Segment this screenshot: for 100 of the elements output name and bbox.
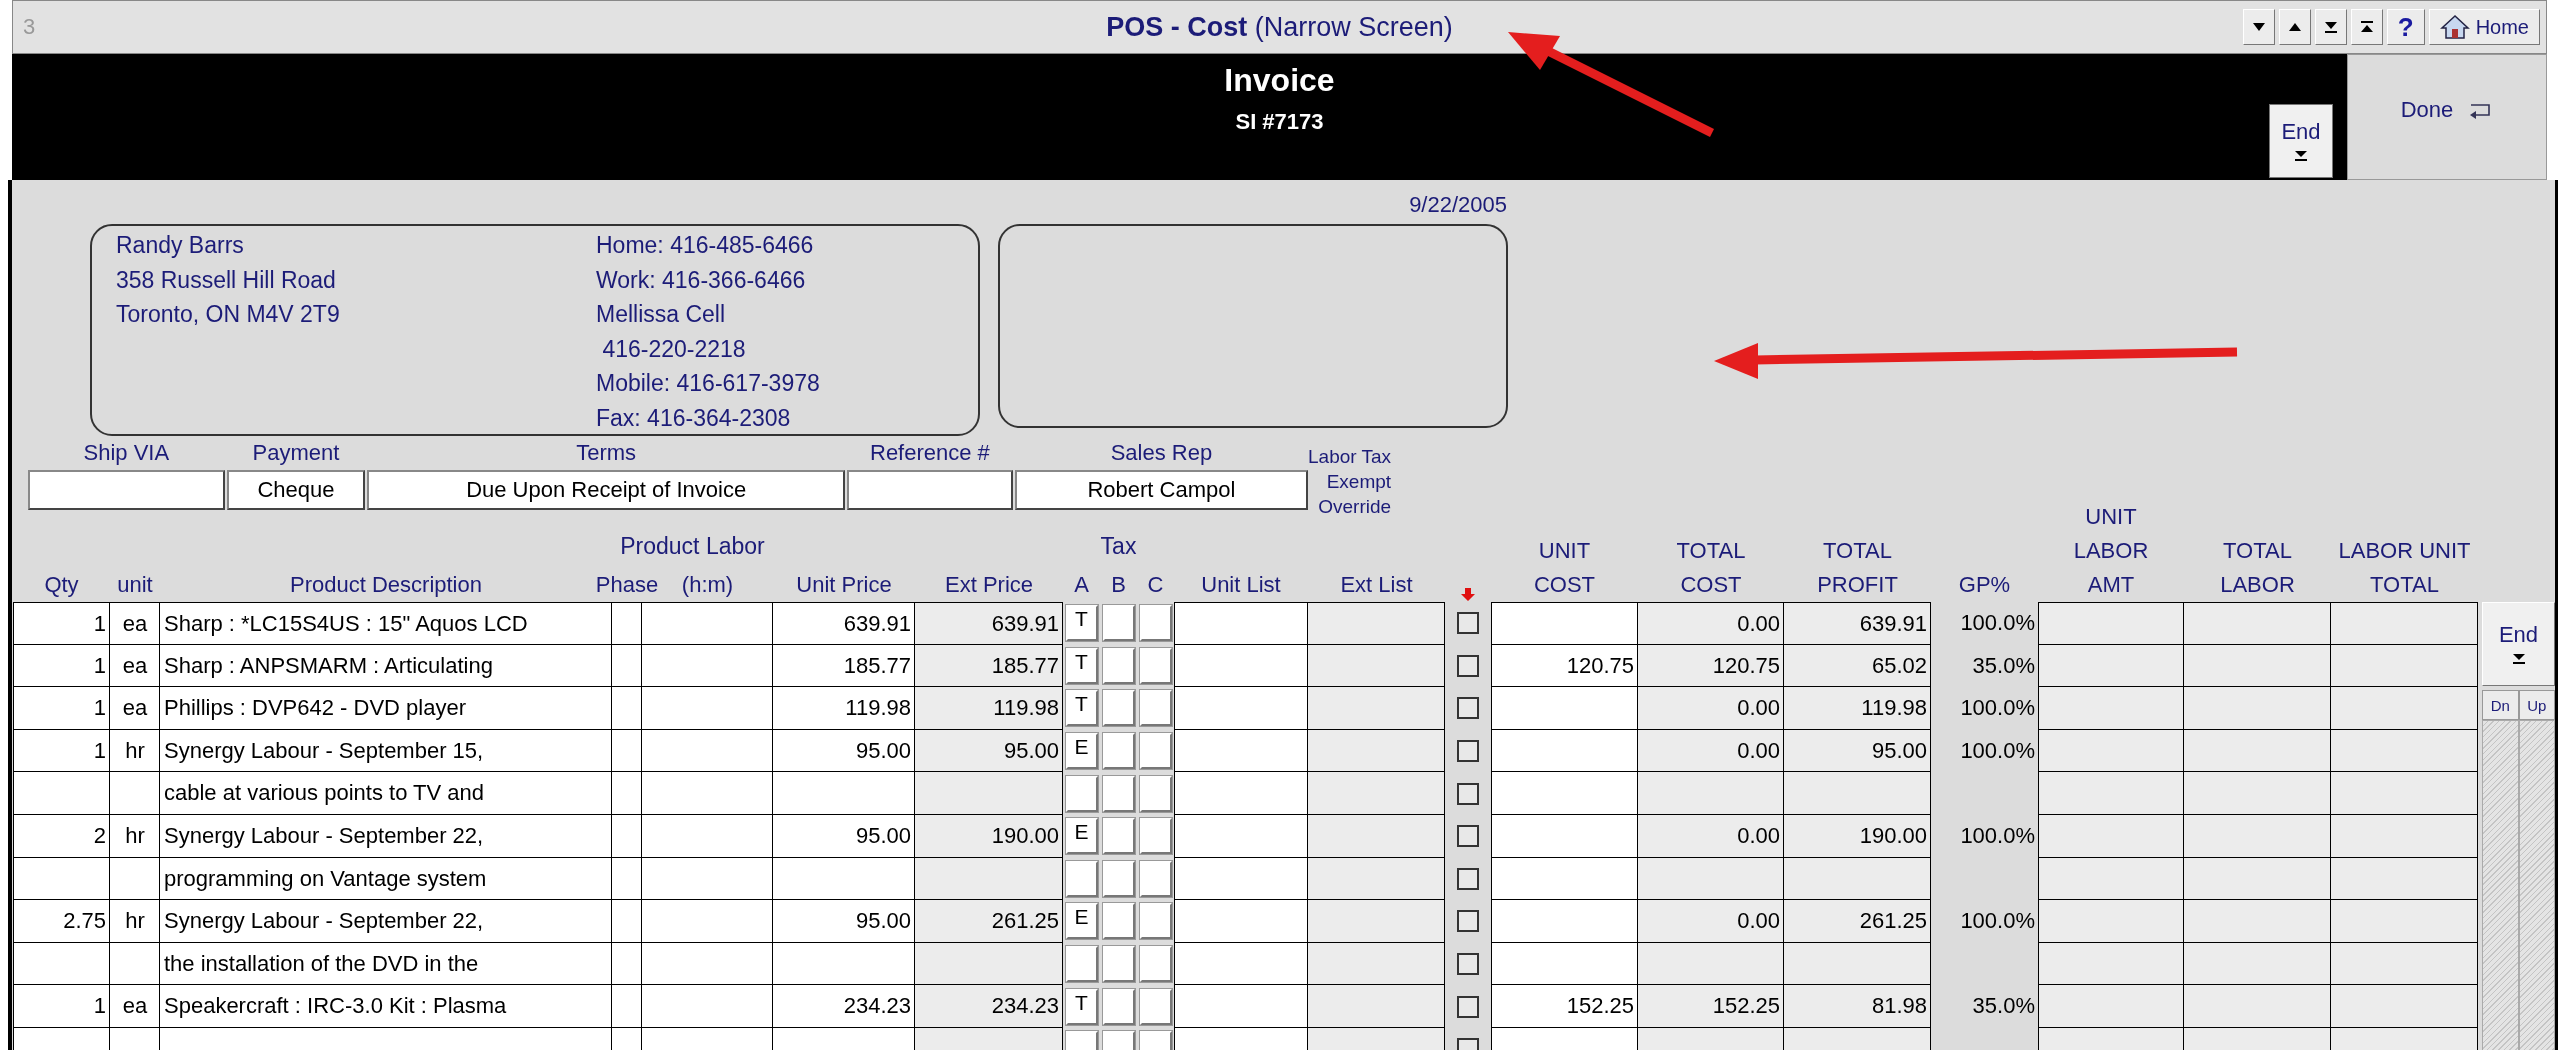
- tax-code-box[interactable]: [1065, 946, 1098, 983]
- phone-line: Work: 416-366-6466: [596, 265, 807, 295]
- tax-code-box[interactable]: [1139, 690, 1172, 727]
- phase-cell: [612, 814, 642, 858]
- next-button[interactable]: [2242, 9, 2275, 45]
- tax-code-box[interactable]: [1102, 775, 1135, 812]
- checkbox[interactable]: [1457, 654, 1479, 677]
- checkbox[interactable]: [1457, 910, 1479, 933]
- tax-code-box[interactable]: E: [1065, 733, 1098, 770]
- qty-cell: 1: [13, 687, 110, 730]
- qty-cell: 2.75: [13, 900, 110, 943]
- tax-code-box[interactable]: [1102, 690, 1135, 727]
- profit-cell: 65.02: [1784, 644, 1931, 688]
- tax-code-box[interactable]: [1102, 818, 1135, 855]
- tax-code-box[interactable]: T: [1065, 605, 1098, 642]
- input-field[interactable]: [28, 470, 225, 510]
- input-field[interactable]: Due Upon Receipt of Invoice: [367, 470, 846, 510]
- tax-code-box[interactable]: [1139, 988, 1172, 1025]
- cost-cell: 0.00: [1638, 900, 1784, 943]
- description-cell: cable at various points to TV and: [160, 772, 612, 815]
- column-header: Qty: [44, 571, 79, 599]
- percent-cell-text: 100.0%: [1959, 821, 2036, 850]
- column-header: GP%: [1958, 571, 2011, 599]
- description-cell: Speakercraft : IRC-3.0 Kit : Plasma: [160, 985, 612, 1028]
- checkbox[interactable]: [1457, 995, 1479, 1018]
- done-button[interactable]: Done: [2347, 54, 2547, 180]
- checkbox[interactable]: [1457, 782, 1479, 805]
- description-cell: Synergy Labour - September 22,: [160, 814, 612, 858]
- column-header: LABOR: [2073, 537, 2149, 565]
- address-line: 358 Russell Hill Road: [116, 265, 337, 295]
- tax-code-box[interactable]: [1065, 860, 1098, 897]
- window-number: 3: [23, 14, 36, 40]
- qty-cell: 2: [13, 814, 110, 858]
- input-field[interactable]: [847, 470, 1013, 510]
- tax-code-box[interactable]: [1139, 903, 1172, 940]
- field-label: Ship VIA: [83, 439, 170, 467]
- tax-code-box[interactable]: E: [1065, 903, 1098, 940]
- checkbox[interactable]: [1457, 612, 1479, 635]
- column-header: Unit List: [1201, 571, 1281, 599]
- tax-code-box[interactable]: E: [1065, 818, 1098, 855]
- home-button[interactable]: Home: [2428, 9, 2540, 45]
- window-title: POS - Cost (Narrow Screen): [1106, 11, 1453, 43]
- price-cell: 119.98: [773, 687, 915, 730]
- tax-code-box[interactable]: [1139, 733, 1172, 770]
- tax-code-box[interactable]: [1139, 946, 1172, 983]
- phase-cell: [612, 942, 642, 986]
- end-button[interactable]: End: [2482, 602, 2555, 686]
- price-cell: 95.00: [915, 729, 1063, 773]
- tax-code-box[interactable]: [1139, 860, 1172, 897]
- invoice-title: Invoice: [1224, 62, 1335, 99]
- description-cell: programming on Vantage system: [160, 857, 612, 901]
- phase-cell: [612, 644, 642, 688]
- checkbox[interactable]: [1457, 953, 1479, 976]
- phase-cell: [612, 729, 642, 773]
- tax-code-box[interactable]: [1139, 775, 1172, 812]
- field-label: Payment: [252, 439, 340, 467]
- tax-code-box[interactable]: T: [1065, 988, 1098, 1025]
- input-field[interactable]: Robert Campol: [1014, 470, 1308, 510]
- tax-code-box[interactable]: [1102, 946, 1135, 983]
- percent-cell-text: 100.0%: [1959, 609, 2036, 637]
- cost-cell: 0.00: [1638, 687, 1784, 730]
- tax-code-box[interactable]: [1102, 988, 1135, 1025]
- invoice-date: 9/22/2005: [1409, 192, 1507, 216]
- checkbox[interactable]: [1457, 867, 1479, 890]
- tax-code-box[interactable]: [1102, 860, 1135, 897]
- qty-cell: 1: [13, 602, 110, 645]
- tax-code-box[interactable]: T: [1065, 647, 1098, 684]
- tax-code-box[interactable]: [1139, 647, 1172, 684]
- tax-code-box[interactable]: [1065, 775, 1098, 812]
- scroll-down-button[interactable]: Dn: [2482, 690, 2519, 720]
- unit-cell: ea: [110, 687, 160, 730]
- phase-cell: [612, 772, 642, 815]
- profit-cell: 95.00: [1784, 729, 1931, 773]
- tax-code-box[interactable]: [1102, 605, 1135, 642]
- percent-cell-text: 35.0%: [1971, 651, 2036, 680]
- last-button[interactable]: [2314, 9, 2347, 45]
- tax-code-box[interactable]: [1102, 903, 1135, 940]
- previous-button[interactable]: [2278, 9, 2311, 45]
- first-button[interactable]: [2350, 9, 2383, 45]
- field-label: Reference #: [870, 439, 990, 467]
- checkbox[interactable]: [1457, 740, 1479, 763]
- scroll-up-button[interactable]: Up: [2518, 690, 2555, 720]
- end-button[interactable]: End: [2269, 104, 2333, 178]
- unit-cell: [110, 942, 160, 986]
- phone-line: Home: 416-485-6466: [596, 231, 815, 260]
- field-label: Sales Rep: [1110, 439, 1213, 467]
- checkbox[interactable]: [1457, 825, 1479, 848]
- unit-cell: ea: [110, 985, 160, 1028]
- tax-code-box[interactable]: [1102, 733, 1135, 770]
- checkbox[interactable]: [1457, 697, 1479, 720]
- phase-cell: [612, 985, 642, 1028]
- house-icon: [2439, 14, 2470, 40]
- input-field[interactable]: Cheque: [226, 470, 366, 510]
- tax-code-box[interactable]: T: [1065, 690, 1098, 727]
- tax-code-box[interactable]: [1139, 605, 1172, 642]
- column-header: Phase: [595, 571, 659, 599]
- tax-code-box[interactable]: [1102, 647, 1135, 684]
- help-button[interactable]: ?: [2386, 9, 2425, 45]
- tax-code-box[interactable]: [1139, 818, 1172, 855]
- profit-cell: 190.00: [1784, 814, 1931, 858]
